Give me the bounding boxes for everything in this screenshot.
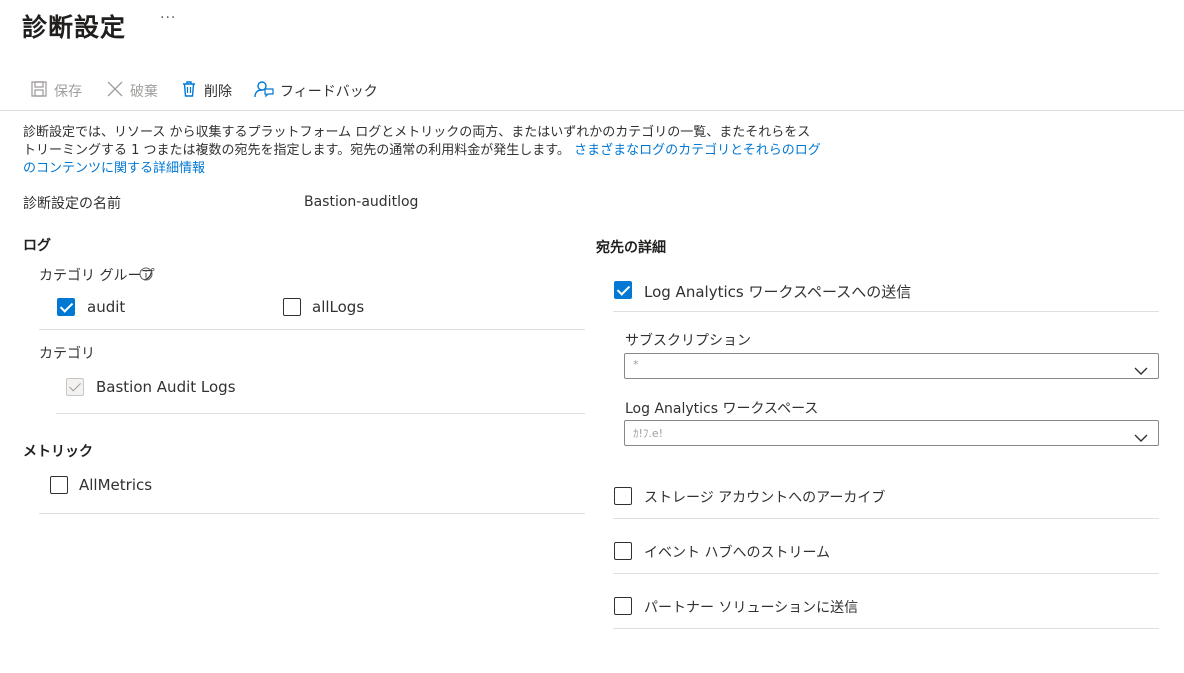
discard-button[interactable]: 破棄 xyxy=(106,80,158,102)
chevron-down-icon xyxy=(1134,361,1148,380)
subscription-dropdown[interactable]: * xyxy=(624,353,1159,379)
info-icon[interactable] xyxy=(139,266,153,285)
alllogs-checkbox[interactable] xyxy=(283,298,301,316)
setting-name-value: Bastion-auditlog xyxy=(304,194,419,210)
save-label: 保存 xyxy=(54,84,82,100)
category-group-label: カテゴリ グループ xyxy=(39,268,155,284)
divider xyxy=(39,513,585,514)
more-options-button[interactable]: ··· xyxy=(160,10,176,26)
allmetrics-label: AllMetrics xyxy=(79,476,153,494)
divider xyxy=(613,518,1159,519)
delete-button[interactable]: 削除 xyxy=(180,80,232,102)
audit-label: audit xyxy=(87,298,126,316)
eventhub-label: イベント ハブへのストリーム xyxy=(644,545,831,561)
delete-label: 削除 xyxy=(204,84,232,100)
page-title: 診断設定 xyxy=(22,13,127,42)
log-analytics-label: Log Analytics ワークスペースへの送信 xyxy=(644,283,912,301)
subscription-label: サブスクリプション xyxy=(625,333,751,349)
alllogs-label: allLogs xyxy=(312,298,365,316)
subscription-value: * xyxy=(633,358,639,371)
audit-checkbox[interactable] xyxy=(57,298,75,316)
chevron-down-icon xyxy=(1134,428,1148,447)
partner-label: パートナー ソリューションに送信 xyxy=(644,600,859,616)
feedback-label: フィードバック xyxy=(280,84,378,100)
logs-heading: ログ xyxy=(23,238,51,254)
partner-checkbox[interactable] xyxy=(614,597,632,615)
feedback-icon xyxy=(254,80,280,102)
storage-checkbox[interactable] xyxy=(614,487,632,505)
trash-icon xyxy=(180,80,204,102)
divider xyxy=(39,329,585,330)
setting-name-label: 診断設定の名前 xyxy=(23,196,121,212)
divider xyxy=(613,628,1159,629)
destination-heading: 宛先の詳細 xyxy=(596,240,666,256)
log-analytics-checkbox[interactable] xyxy=(614,281,632,299)
eventhub-checkbox[interactable] xyxy=(614,542,632,560)
bastion-audit-label: Bastion Audit Logs xyxy=(96,378,236,396)
bastion-audit-checkbox[interactable] xyxy=(66,378,84,396)
workspace-value: ｶ!ﾌ.e! xyxy=(633,427,664,440)
storage-label: ストレージ アカウントへのアーカイブ xyxy=(644,490,886,506)
toolbar-divider xyxy=(0,110,1184,111)
save-icon xyxy=(30,80,54,102)
divider xyxy=(613,573,1159,574)
metrics-heading: メトリック xyxy=(23,444,93,460)
allmetrics-checkbox[interactable] xyxy=(50,476,68,494)
description: 診断設定では、リソース から収集するプラットフォーム ログとメトリックの両方、ま… xyxy=(23,124,823,178)
divider xyxy=(613,311,1159,312)
workspace-dropdown[interactable]: ｶ!ﾌ.e! xyxy=(624,420,1159,446)
category-label: カテゴリ xyxy=(39,346,95,362)
save-button[interactable]: 保存 xyxy=(30,80,82,102)
divider xyxy=(56,413,585,414)
discard-label: 破棄 xyxy=(130,84,158,100)
close-icon xyxy=(106,80,130,102)
feedback-button[interactable]: フィードバック xyxy=(254,80,378,102)
workspace-label: Log Analytics ワークスペース xyxy=(625,401,819,417)
